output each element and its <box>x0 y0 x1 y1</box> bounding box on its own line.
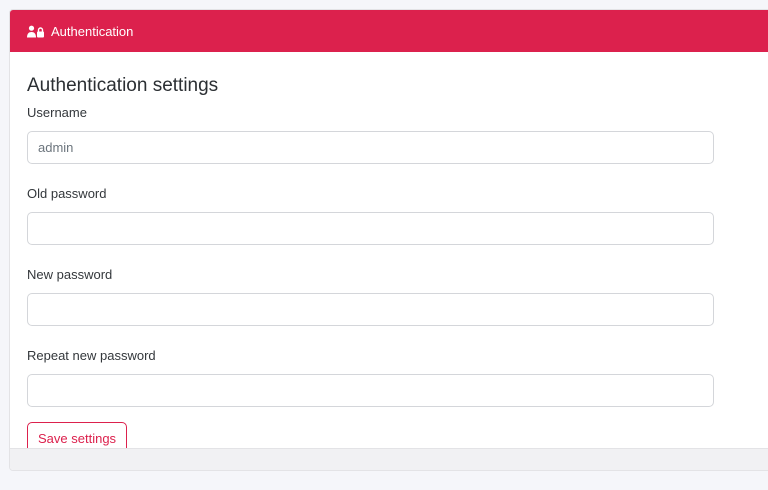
users-lock-icon <box>27 25 45 38</box>
username-group: Username <box>27 103 761 164</box>
new-password-group: New password <box>27 265 761 326</box>
card-header: Authentication <box>10 10 768 52</box>
authentication-card: Authentication Authentication settings U… <box>9 9 768 471</box>
card-footer <box>10 448 768 470</box>
repeat-password-label: Repeat new password <box>27 348 156 363</box>
new-password-label: New password <box>27 267 113 282</box>
repeat-password-group: Repeat new password <box>27 346 761 407</box>
old-password-label: Old password <box>27 186 107 201</box>
old-password-group: Old password <box>27 184 761 245</box>
username-input[interactable] <box>27 131 714 164</box>
repeat-password-input[interactable] <box>27 374 714 407</box>
new-password-input[interactable] <box>27 293 714 326</box>
card-header-title: Authentication <box>51 23 134 39</box>
old-password-input[interactable] <box>27 212 714 245</box>
username-label: Username <box>27 105 87 120</box>
card-body: Authentication settings Username Old pas… <box>10 52 768 455</box>
page-title: Authentication settings <box>27 75 219 96</box>
